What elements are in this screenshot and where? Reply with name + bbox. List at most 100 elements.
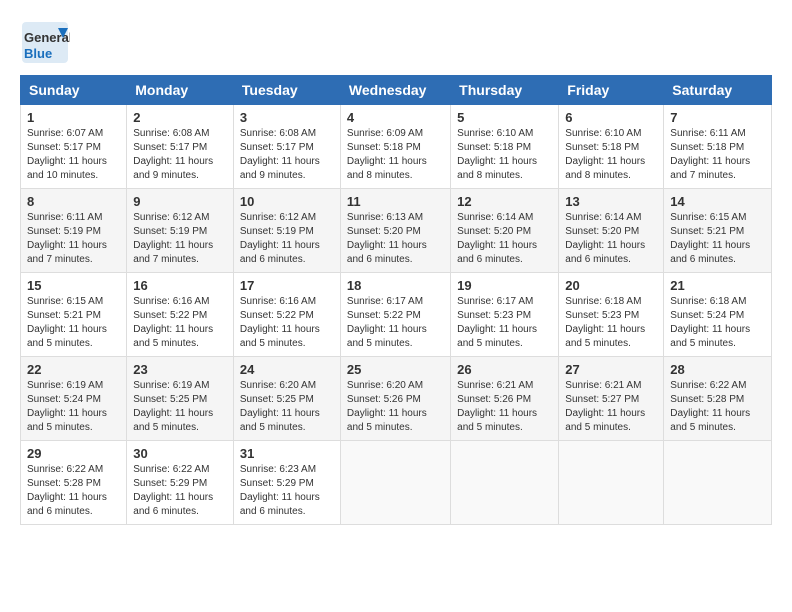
calendar-cell: [340, 441, 450, 525]
col-header-wednesday: Wednesday: [340, 76, 450, 105]
calendar-cell: 31 Sunrise: 6:23 AMSunset: 5:29 PMDayligh…: [233, 441, 340, 525]
calendar-cell: [559, 441, 664, 525]
day-number: 24: [240, 362, 334, 377]
day-info: Sunrise: 6:23 AMSunset: 5:29 PMDaylight:…: [240, 463, 334, 519]
day-info: Sunrise: 6:08 AMSunset: 5:17 PMDaylight:…: [133, 127, 227, 183]
day-number: 14: [670, 194, 765, 209]
calendar-cell: 21 Sunrise: 6:18 AMSunset: 5:24 PMDayligh…: [664, 273, 772, 357]
day-info: Sunrise: 6:09 AMSunset: 5:18 PMDaylight:…: [347, 127, 444, 183]
calendar-cell: 17Sunrise: 6:16 AMSunset: 5:22 PMDayligh…: [233, 273, 340, 357]
day-info: Sunrise: 6:17 AMSunset: 5:23 PMDaylight:…: [457, 295, 552, 351]
logo-icon: General Blue: [20, 20, 70, 65]
calendar-cell: 24 Sunrise: 6:20 AMSunset: 5:25 PMDayligh…: [233, 357, 340, 441]
calendar-cell: 1Sunrise: 6:07 AMSunset: 5:17 PMDaylight…: [21, 105, 127, 189]
column-headers: SundayMondayTuesdayWednesdayThursdayFrid…: [21, 76, 772, 105]
day-info: Sunrise: 6:10 AMSunset: 5:18 PMDaylight:…: [457, 127, 552, 183]
calendar-cell: 15 Sunrise: 6:15 AMSunset: 5:21 PMDayligh…: [21, 273, 127, 357]
day-info: Sunrise: 6:08 AMSunset: 5:17 PMDaylight:…: [240, 127, 334, 183]
day-number: 15: [27, 278, 120, 293]
calendar-cell: 26 Sunrise: 6:21 AMSunset: 5:26 PMDayligh…: [451, 357, 559, 441]
svg-text:Blue: Blue: [24, 46, 52, 61]
day-number: 6: [565, 110, 657, 125]
col-header-sunday: Sunday: [21, 76, 127, 105]
day-number: 19: [457, 278, 552, 293]
calendar-cell: 18Sunrise: 6:17 AMSunset: 5:22 PMDayligh…: [340, 273, 450, 357]
day-info: Sunrise: 6:14 AMSunset: 5:20 PMDaylight:…: [565, 211, 657, 267]
week-row-4: 22Sunrise: 6:19 AMSunset: 5:24 PMDayligh…: [21, 357, 772, 441]
col-header-tuesday: Tuesday: [233, 76, 340, 105]
day-number: 10: [240, 194, 334, 209]
day-info: Sunrise: 6:15 AMSunset: 5:21 PMDaylight:…: [27, 295, 120, 351]
day-number: 1: [27, 110, 120, 125]
day-number: 23: [133, 362, 227, 377]
day-info: Sunrise: 6:22 AMSunset: 5:28 PMDaylight:…: [27, 463, 120, 519]
day-number: 25: [347, 362, 444, 377]
day-number: 26: [457, 362, 552, 377]
calendar-cell: 12 Sunrise: 6:14 AMSunset: 5:20 PMDayligh…: [451, 189, 559, 273]
day-info: Sunrise: 6:22 AMSunset: 5:28 PMDaylight:…: [670, 379, 765, 435]
calendar-cell: 9 Sunrise: 6:12 AMSunset: 5:19 PMDaylight…: [127, 189, 234, 273]
day-number: 30: [133, 446, 227, 461]
day-number: 28: [670, 362, 765, 377]
day-number: 11: [347, 194, 444, 209]
day-info: Sunrise: 6:12 AMSunset: 5:19 PMDaylight:…: [240, 211, 334, 267]
calendar-cell: 5Sunrise: 6:10 AMSunset: 5:18 PMDaylight…: [451, 105, 559, 189]
logo: General Blue: [20, 20, 70, 65]
day-info: Sunrise: 6:13 AMSunset: 5:20 PMDaylight:…: [347, 211, 444, 267]
day-number: 21: [670, 278, 765, 293]
col-header-friday: Friday: [559, 76, 664, 105]
calendar-cell: 25Sunrise: 6:20 AMSunset: 5:26 PMDayligh…: [340, 357, 450, 441]
day-number: 20: [565, 278, 657, 293]
day-info: Sunrise: 6:21 AMSunset: 5:26 PMDaylight:…: [457, 379, 552, 435]
day-info: Sunrise: 6:20 AMSunset: 5:25 PMDaylight:…: [240, 379, 334, 435]
day-info: Sunrise: 6:19 AMSunset: 5:25 PMDaylight:…: [133, 379, 227, 435]
week-row-2: 8 Sunrise: 6:11 AMSunset: 5:19 PMDaylight…: [21, 189, 772, 273]
calendar-cell: 30Sunrise: 6:22 AMSunset: 5:29 PMDayligh…: [127, 441, 234, 525]
day-number: 9: [133, 194, 227, 209]
calendar-cell: 3Sunrise: 6:08 AMSunset: 5:17 PMDaylight…: [233, 105, 340, 189]
day-info: Sunrise: 6:16 AMSunset: 5:22 PMDaylight:…: [133, 295, 227, 351]
day-number: 7: [670, 110, 765, 125]
calendar-cell: [664, 441, 772, 525]
calendar-cell: 7 Sunrise: 6:11 AMSunset: 5:18 PMDaylight…: [664, 105, 772, 189]
col-header-monday: Monday: [127, 76, 234, 105]
calendar-cell: 22Sunrise: 6:19 AMSunset: 5:24 PMDayligh…: [21, 357, 127, 441]
calendar-cell: 29 Sunrise: 6:22 AMSunset: 5:28 PMDayligh…: [21, 441, 127, 525]
week-row-1: 1Sunrise: 6:07 AMSunset: 5:17 PMDaylight…: [21, 105, 772, 189]
day-info: Sunrise: 6:11 AMSunset: 5:19 PMDaylight:…: [27, 211, 120, 267]
day-number: 29: [27, 446, 120, 461]
day-info: Sunrise: 6:12 AMSunset: 5:19 PMDaylight:…: [133, 211, 227, 267]
day-number: 12: [457, 194, 552, 209]
calendar-table: SundayMondayTuesdayWednesdayThursdayFrid…: [20, 75, 772, 525]
day-info: Sunrise: 6:15 AMSunset: 5:21 PMDaylight:…: [670, 211, 765, 267]
calendar-cell: 20Sunrise: 6:18 AMSunset: 5:23 PMDayligh…: [559, 273, 664, 357]
calendar-cell: 4 Sunrise: 6:09 AMSunset: 5:18 PMDaylight…: [340, 105, 450, 189]
day-info: Sunrise: 6:16 AMSunset: 5:22 PMDaylight:…: [240, 295, 334, 351]
calendar-cell: 19 Sunrise: 6:17 AMSunset: 5:23 PMDayligh…: [451, 273, 559, 357]
day-number: 8: [27, 194, 120, 209]
calendar-cell: 27 Sunrise: 6:21 AMSunset: 5:27 PMDayligh…: [559, 357, 664, 441]
calendar-cell: [451, 441, 559, 525]
calendar-cell: 13Sunrise: 6:14 AMSunset: 5:20 PMDayligh…: [559, 189, 664, 273]
day-number: 31: [240, 446, 334, 461]
col-header-thursday: Thursday: [451, 76, 559, 105]
calendar-cell: 28 Sunrise: 6:22 AMSunset: 5:28 PMDayligh…: [664, 357, 772, 441]
day-info: Sunrise: 6:18 AMSunset: 5:24 PMDaylight:…: [670, 295, 765, 351]
calendar-cell: 11 Sunrise: 6:13 AMSunset: 5:20 PMDayligh…: [340, 189, 450, 273]
calendar-cell: 16 Sunrise: 6:16 AMSunset: 5:22 PMDayligh…: [127, 273, 234, 357]
day-info: Sunrise: 6:21 AMSunset: 5:27 PMDaylight:…: [565, 379, 657, 435]
calendar-cell: 6 Sunrise: 6:10 AMSunset: 5:18 PMDaylight…: [559, 105, 664, 189]
calendar-cell: 8 Sunrise: 6:11 AMSunset: 5:19 PMDaylight…: [21, 189, 127, 273]
col-header-saturday: Saturday: [664, 76, 772, 105]
day-info: Sunrise: 6:14 AMSunset: 5:20 PMDaylight:…: [457, 211, 552, 267]
day-number: 22: [27, 362, 120, 377]
calendar-cell: 10 Sunrise: 6:12 AMSunset: 5:19 PMDayligh…: [233, 189, 340, 273]
day-number: 27: [565, 362, 657, 377]
day-number: 16: [133, 278, 227, 293]
day-info: Sunrise: 6:10 AMSunset: 5:18 PMDaylight:…: [565, 127, 657, 183]
day-info: Sunrise: 6:11 AMSunset: 5:18 PMDaylight:…: [670, 127, 765, 183]
day-number: 18: [347, 278, 444, 293]
page-header: General Blue: [20, 20, 772, 65]
day-number: 4: [347, 110, 444, 125]
calendar-cell: 23 Sunrise: 6:19 AMSunset: 5:25 PMDayligh…: [127, 357, 234, 441]
